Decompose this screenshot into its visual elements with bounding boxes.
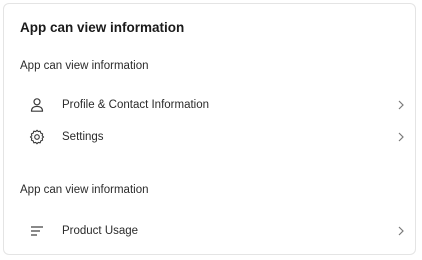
row-profile-contact-information[interactable]: Profile & Contact Information <box>20 92 406 118</box>
section-label-2: App can view information <box>20 184 149 196</box>
section-label-1: App can view information <box>20 60 149 72</box>
permissions-card: App can view information App can view in… <box>3 3 416 255</box>
chevron-right-icon <box>396 131 406 143</box>
chevron-right-icon <box>396 99 406 111</box>
row-label: Product Usage <box>62 225 139 237</box>
row-label: Settings <box>62 131 104 143</box>
row-label: Profile & Contact Information <box>62 99 210 111</box>
person-icon <box>28 96 46 114</box>
row-product-usage[interactable]: Product Usage <box>20 218 406 244</box>
row-settings[interactable]: Settings <box>20 124 406 150</box>
card-title: App can view information <box>20 20 185 35</box>
chevron-right-icon <box>396 225 406 237</box>
lines-icon <box>28 222 46 240</box>
gear-icon <box>28 128 46 146</box>
